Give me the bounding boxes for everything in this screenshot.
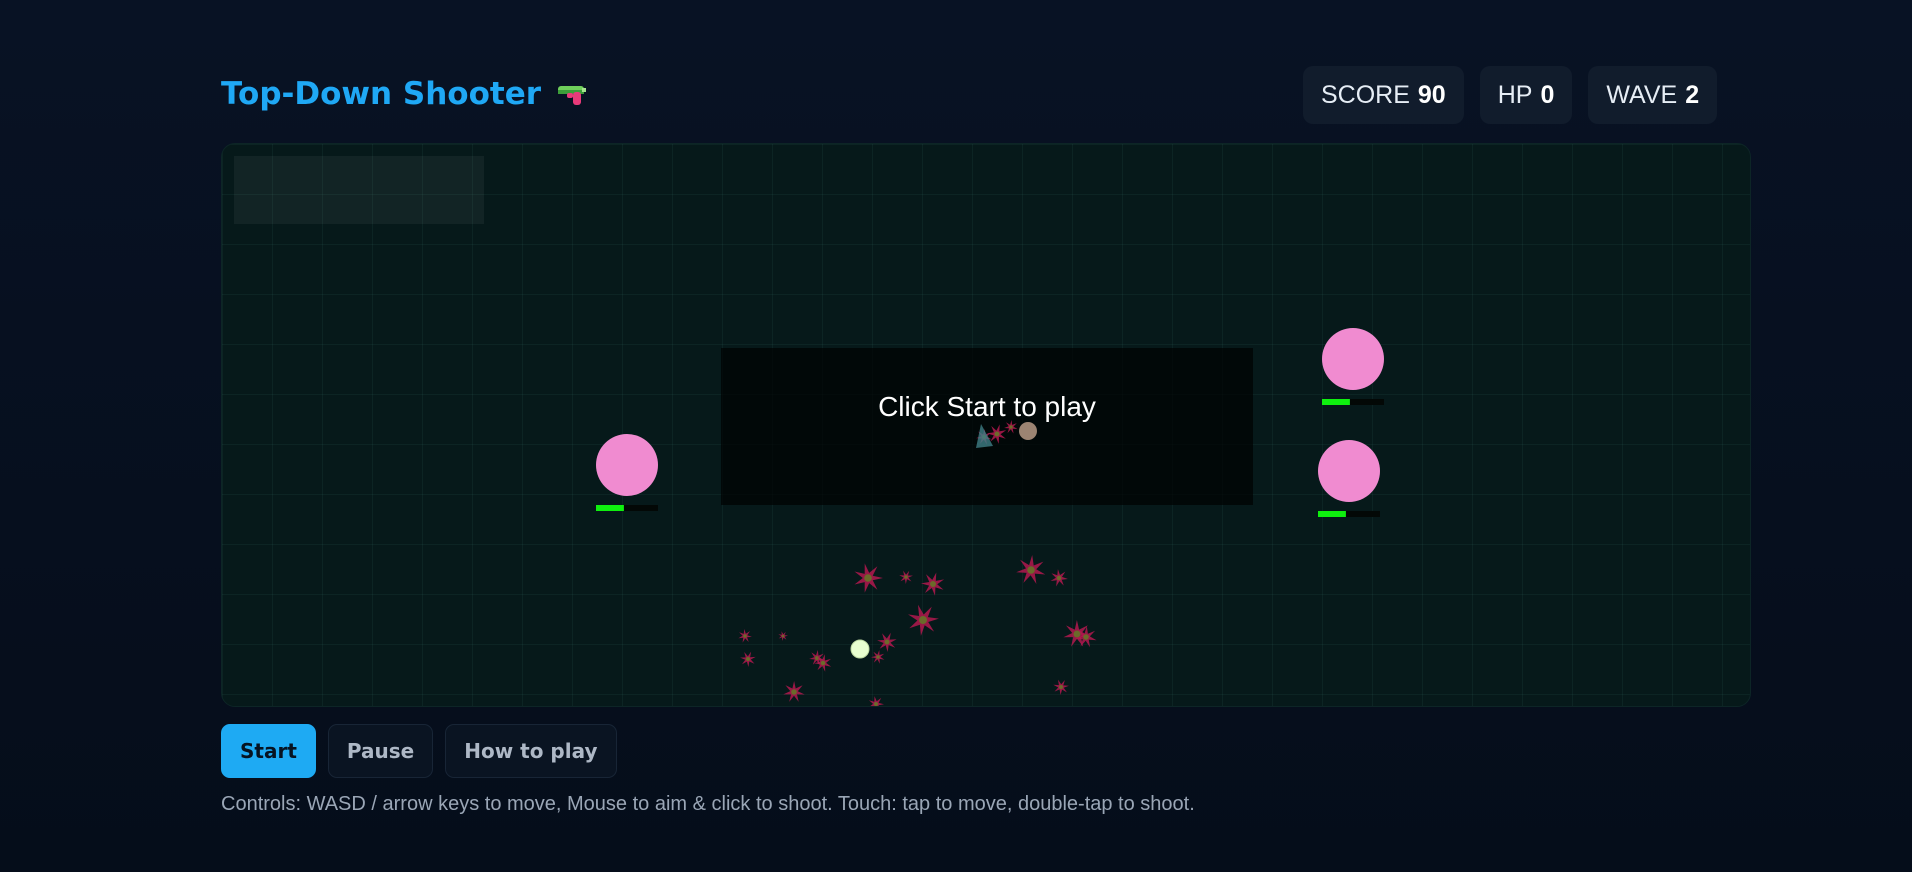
- explosion-core: [904, 575, 908, 579]
- start-button[interactable]: Start: [221, 724, 316, 778]
- explosion-core: [791, 689, 797, 695]
- start-overlay[interactable]: Click Start to play: [721, 348, 1253, 505]
- explosion-core: [820, 660, 826, 666]
- game-title: Top-Down Shooter: [221, 76, 589, 112]
- explosion-core: [743, 634, 747, 638]
- enemy-body: [1318, 440, 1380, 502]
- explosion-core: [874, 702, 878, 706]
- game-arena[interactable]: Click Start to play: [221, 143, 1751, 707]
- hp-stat: HP 0: [1479, 66, 1573, 124]
- explosion-core: [884, 639, 890, 645]
- explosion-core: [1027, 566, 1035, 574]
- hp-label: HP: [1497, 80, 1533, 109]
- enemy: [1318, 440, 1380, 517]
- explosion-core: [919, 616, 927, 624]
- enemy: [596, 434, 658, 511]
- stats-bar: SCORE 90 HP 0 WAVE 2: [1303, 66, 1718, 124]
- enemy: [1322, 328, 1384, 405]
- explosion-core: [876, 655, 880, 659]
- how-to-play-button[interactable]: How to play: [445, 724, 617, 778]
- explosion-core: [1056, 575, 1062, 581]
- control-buttons: Start Pause How to play: [221, 724, 617, 778]
- enemy-health-bar: [596, 505, 624, 511]
- wave-stat: WAVE 2: [1588, 66, 1718, 124]
- score-label: SCORE: [1321, 80, 1410, 109]
- water-gun-icon: [558, 86, 587, 105]
- hp-value: 0: [1540, 80, 1555, 109]
- enemy-health-bar: [1318, 511, 1346, 517]
- pause-button[interactable]: Pause: [327, 724, 434, 778]
- explosion-core: [864, 574, 872, 582]
- explosion-core: [1059, 685, 1063, 689]
- explosion-particles: [738, 555, 1097, 706]
- overlay-message: Click Start to play: [878, 390, 1096, 422]
- explosion-core: [1083, 634, 1089, 640]
- game-title-text: Top-Down Shooter: [221, 76, 542, 112]
- wave-label: WAVE: [1606, 80, 1678, 109]
- enemy-body: [1322, 328, 1384, 390]
- explosion-core: [746, 657, 750, 661]
- wave-value: 2: [1685, 80, 1700, 109]
- explosion-core: [930, 581, 936, 587]
- score-stat: SCORE 90: [1303, 66, 1464, 124]
- enemy-body: [596, 434, 658, 496]
- explosion-core: [781, 634, 785, 638]
- enemy-health-bar: [1322, 399, 1350, 405]
- score-value: 90: [1417, 80, 1446, 109]
- player: [850, 639, 870, 659]
- controls-help-text: Controls: WASD / arrow keys to move, Mou…: [221, 793, 1195, 815]
